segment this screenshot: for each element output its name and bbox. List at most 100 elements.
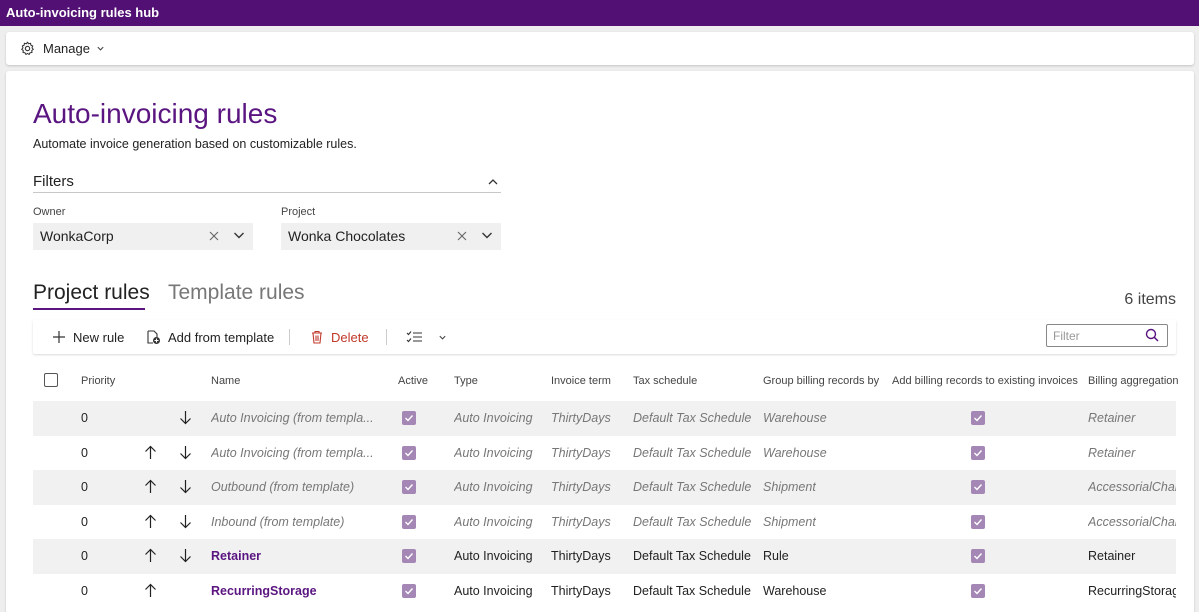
table-row[interactable]: 0 RecurringStorage Auto Invoicing ThirtyDay…: [33, 574, 1176, 609]
table-row[interactable]: 0 Auto Invoicing (from templa... Auto Invo…: [33, 401, 1176, 436]
col-invoice-term[interactable]: Invoice term: [551, 375, 611, 387]
move-up-icon[interactable]: [144, 445, 157, 463]
clear-icon[interactable]: [209, 223, 219, 250]
priority-cell: 0: [81, 480, 88, 494]
filters-heading: Filters: [33, 173, 74, 190]
chevron-down-icon[interactable]: [481, 223, 493, 250]
owner-label: Owner: [33, 206, 66, 218]
add-existing-checkbox[interactable]: [971, 480, 985, 494]
toolbar-divider: [386, 329, 387, 345]
add-from-template-button[interactable]: Add from template: [146, 320, 274, 354]
new-rule-button[interactable]: New rule: [52, 320, 124, 354]
col-tax-schedule[interactable]: Tax schedule: [633, 375, 697, 387]
aggregation-cell: Retainer: [1088, 411, 1136, 425]
manage-label: Manage: [43, 41, 90, 56]
trash-icon: [312, 330, 322, 344]
tax-schedule-cell: Default Tax Schedule: [633, 583, 751, 598]
select-all-checkbox[interactable]: [44, 373, 58, 387]
add-existing-checkbox[interactable]: [971, 549, 985, 563]
add-document-icon: [147, 329, 160, 344]
clear-icon[interactable]: [457, 223, 467, 250]
table-row[interactable]: 0 Retainer Auto Invoicing ThirtyDays Default…: [33, 539, 1176, 574]
name-cell: Inbound (from template): [211, 505, 376, 540]
move-up-icon[interactable]: [144, 514, 157, 532]
type-cell: Auto Invoicing: [454, 549, 533, 563]
move-down-icon[interactable]: [179, 479, 192, 497]
rule-name[interactable]: Auto Invoicing (from templa...: [211, 411, 374, 425]
owner-combobox[interactable]: WonkaCorp: [33, 223, 253, 250]
search-icon[interactable]: [1145, 328, 1159, 347]
aggregation-cell: AccessorialCharg: [1088, 480, 1176, 494]
rule-name[interactable]: Inbound (from template): [211, 515, 344, 529]
invoice-term-cell: ThirtyDays: [551, 445, 611, 460]
gear-icon: [21, 41, 34, 56]
chevron-up-icon[interactable]: [487, 175, 499, 192]
col-type[interactable]: Type: [454, 375, 478, 387]
active-checkbox[interactable]: [402, 445, 416, 460]
active-checkbox[interactable]: [402, 583, 416, 598]
active-checkbox[interactable]: [402, 411, 416, 425]
active-checkbox[interactable]: [402, 480, 416, 494]
project-value: Wonka Chocolates: [288, 228, 406, 244]
manage-menu-button[interactable]: Manage: [20, 32, 113, 65]
add-existing-checkbox[interactable]: [971, 411, 985, 425]
active-checkbox[interactable]: [402, 549, 416, 563]
move-up-icon[interactable]: [144, 479, 157, 497]
tab-template-rules[interactable]: Template rules: [168, 281, 305, 305]
move-down-icon[interactable]: [179, 514, 192, 532]
add-existing-checkbox[interactable]: [971, 583, 985, 598]
add-existing-checkbox[interactable]: [971, 514, 985, 529]
rule-name[interactable]: Outbound (from template): [211, 480, 354, 494]
move-down-icon[interactable]: [179, 445, 192, 463]
group-by-cell: Shipment: [763, 480, 816, 494]
delete-label: Delete: [331, 329, 369, 345]
rule-name[interactable]: Auto Invoicing (from templa...: [211, 446, 374, 460]
chevron-down-icon: [439, 335, 446, 340]
col-active[interactable]: Active: [398, 375, 428, 387]
app-title-bar: Auto-invoicing rules hub: [0, 0, 1199, 26]
grid-toolbar: New rule Add from template Delete: [33, 320, 1176, 354]
name-cell: RecurringStorage: [211, 574, 376, 609]
name-cell: Auto Invoicing (from templa...: [211, 436, 376, 471]
rule-name-link[interactable]: Retainer: [211, 549, 261, 563]
aggregation-cell: Retainer: [1088, 445, 1136, 460]
priority-cell: 0: [81, 549, 88, 563]
toolbar-divider: [289, 329, 290, 345]
project-combobox[interactable]: Wonka Chocolates: [281, 223, 501, 250]
plus-icon: [53, 331, 65, 343]
group-by-cell: Shipment: [763, 514, 816, 529]
column-options-button[interactable]: [406, 320, 447, 354]
invoice-term-cell: ThirtyDays: [551, 514, 611, 529]
table-row[interactable]: 0 Inbound (from template) Auto Invoicing Th…: [33, 505, 1176, 540]
active-checkbox[interactable]: [402, 514, 416, 529]
type-cell: Auto Invoicing: [454, 514, 533, 529]
move-up-icon[interactable]: [144, 548, 157, 566]
tab-project-rules[interactable]: Project rules: [33, 281, 150, 305]
tax-schedule-cell: Default Tax Schedule: [633, 445, 752, 460]
active-tab-indicator: [33, 308, 145, 310]
app-title: Auto-invoicing rules hub: [6, 5, 160, 20]
type-cell: Auto Invoicing: [454, 445, 533, 460]
invoice-term-cell: ThirtyDays: [551, 549, 611, 563]
rule-name-link[interactable]: RecurringStorage: [211, 584, 317, 598]
main-content: Auto-invoicing rules Automate invoice ge…: [6, 71, 1194, 612]
priority-cell: 0: [81, 583, 88, 598]
add-existing-checkbox[interactable]: [971, 445, 985, 460]
add-from-template-label: Add from template: [168, 329, 275, 345]
priority-cell: 0: [81, 514, 88, 529]
move-down-icon[interactable]: [179, 548, 192, 566]
col-priority[interactable]: Priority: [81, 375, 115, 387]
type-cell: Auto Invoicing: [454, 411, 533, 425]
move-down-icon[interactable]: [179, 410, 192, 428]
table-row[interactable]: 0 Auto Invoicing (from templa... Auto Invo…: [33, 436, 1176, 471]
table-row[interactable]: 0 Outbound (from template) Auto Invoicing T…: [33, 470, 1176, 505]
delete-button[interactable]: Delete: [310, 320, 369, 354]
col-name[interactable]: Name: [211, 375, 240, 387]
col-add-existing[interactable]: Add billing records to existing invoices: [892, 375, 1078, 387]
col-billing-aggregation[interactable]: Billing aggregation: [1088, 375, 1179, 387]
col-group-by[interactable]: Group billing records by: [763, 375, 879, 387]
move-up-icon[interactable]: [144, 583, 157, 601]
project-label: Project: [281, 206, 316, 218]
chevron-down-icon[interactable]: [233, 223, 245, 250]
invoice-term-cell: ThirtyDays: [551, 480, 611, 494]
